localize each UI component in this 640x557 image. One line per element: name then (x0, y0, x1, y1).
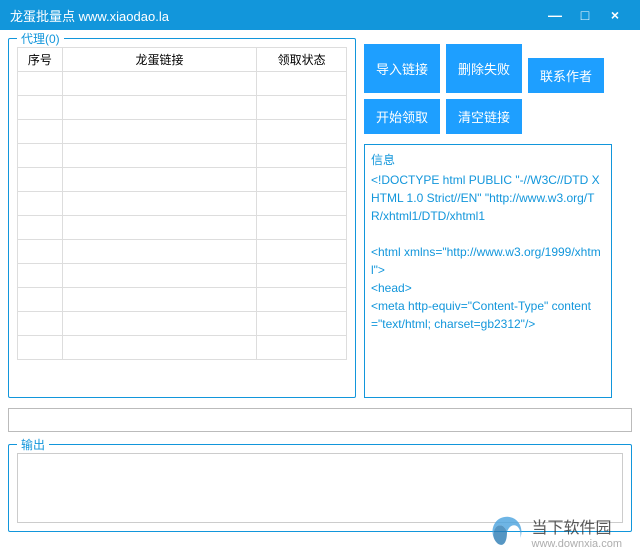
table-row[interactable] (18, 192, 347, 216)
table-row[interactable] (18, 336, 347, 360)
button-group: 导入链接 删除失败 联系作者 开始领取 清空链接 (364, 38, 612, 144)
window-title: 龙蛋批量点 www.xiaodao.la (10, 6, 540, 25)
right-panel: 导入链接 删除失败 联系作者 开始领取 清空链接 信息 <!DOCTYPE ht… (364, 38, 612, 398)
proxy-panel: 代理(0) 序号 龙蛋链接 领取状态 (8, 38, 356, 398)
col-status[interactable]: 领取状态 (257, 48, 347, 72)
close-button[interactable]: × (600, 7, 630, 23)
table-row[interactable] (18, 168, 347, 192)
table-row[interactable] (18, 144, 347, 168)
col-index[interactable]: 序号 (18, 48, 63, 72)
titlebar: 龙蛋批量点 www.xiaodao.la — □ × (0, 0, 640, 30)
table-row[interactable] (18, 312, 347, 336)
text-input[interactable] (8, 408, 632, 432)
table-row[interactable] (18, 72, 347, 96)
start-claim-button[interactable]: 开始领取 (364, 99, 440, 134)
table-row[interactable] (18, 120, 347, 144)
import-links-button[interactable]: 导入链接 (364, 44, 440, 93)
clear-links-button[interactable]: 清空链接 (446, 99, 522, 134)
minimize-button[interactable]: — (540, 7, 570, 23)
info-label: 信息 (371, 151, 605, 169)
maximize-button[interactable]: □ (570, 7, 600, 23)
output-textarea[interactable] (17, 453, 623, 523)
contact-author-button[interactable]: 联系作者 (528, 58, 604, 93)
output-legend: 输出 (17, 436, 49, 453)
proxy-legend: 代理(0) (17, 30, 64, 47)
info-box: 信息 <!DOCTYPE html PUBLIC "-//W3C//DTD XH… (364, 144, 612, 398)
table-row[interactable] (18, 240, 347, 264)
table-row[interactable] (18, 288, 347, 312)
input-row (8, 408, 632, 432)
proxy-table[interactable]: 序号 龙蛋链接 领取状态 (17, 47, 347, 360)
table-row[interactable] (18, 216, 347, 240)
table-row[interactable] (18, 264, 347, 288)
delete-failed-button[interactable]: 删除失败 (446, 44, 522, 93)
output-panel: 输出 (8, 444, 632, 532)
info-content: <!DOCTYPE html PUBLIC "-//W3C//DTD XHTML… (371, 171, 605, 333)
col-link[interactable]: 龙蛋链接 (62, 48, 256, 72)
table-row[interactable] (18, 96, 347, 120)
